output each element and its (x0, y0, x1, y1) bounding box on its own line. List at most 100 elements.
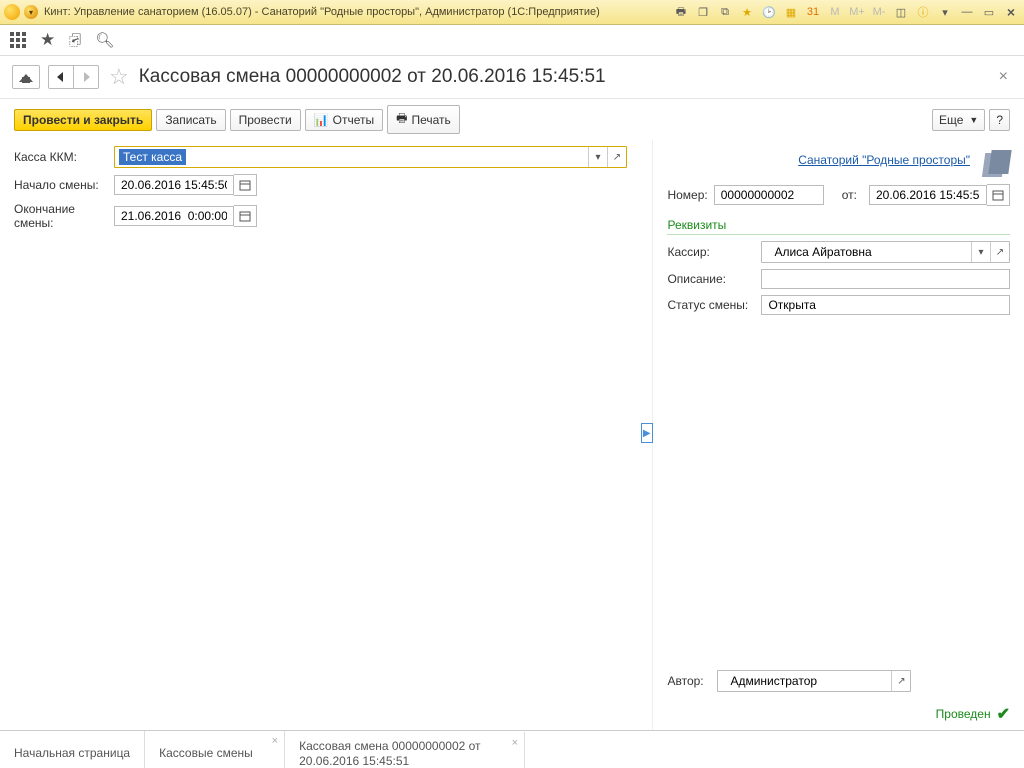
shift-start-input[interactable] (119, 177, 229, 193)
home-button[interactable] (12, 65, 40, 89)
organization-link[interactable]: Санаторий "Родные просторы" (798, 153, 970, 167)
splitter-handle[interactable]: ▶ (641, 423, 653, 443)
shift-end-label: Окончание смены: (14, 202, 114, 230)
shift-end-calendar-button[interactable] (234, 205, 257, 227)
description-input[interactable] (766, 271, 1005, 287)
clipboard-icon[interactable]: ⎘ (69, 32, 81, 49)
tab-list-label: Кассовые смены (159, 746, 253, 761)
command-bar: Провести и закрыть Записать Провести 📊 От… (0, 99, 1024, 140)
home-icon (19, 71, 33, 83)
app-icon (4, 4, 20, 20)
check-icon: ✔ (997, 704, 1010, 724)
kkm-field[interactable]: Тест касса ▾ ↗ (114, 146, 627, 168)
search-icon[interactable]: 🔍︎ (95, 31, 114, 49)
more-button[interactable]: Еще ▼ (932, 109, 985, 131)
bottom-tabs: Начальная страница Кассовые смены × Касс… (0, 730, 1024, 768)
chevron-down-icon: ▼ (969, 115, 978, 125)
apps-grid-icon[interactable] (10, 32, 26, 48)
shift-start-field[interactable] (114, 174, 257, 196)
page-header: ☆ Кассовая смена 00000000002 от 20.06.20… (0, 56, 1024, 99)
page-title: Кассовая смена 00000000002 от 20.06.2016… (139, 66, 606, 88)
kkm-value: Тест касса (119, 149, 186, 165)
author-label: Автор: (667, 674, 717, 688)
window-title: Кинт: Управление санаторием (16.05.07) -… (44, 6, 600, 18)
titlebar-calendar-icon[interactable]: 31 (804, 4, 822, 20)
cashier-open-button[interactable]: ↗ (990, 242, 1009, 262)
tab-current-label: Кассовая смена 00000000002 от 20.06.2016… (299, 739, 510, 768)
author-input[interactable] (728, 673, 887, 689)
form-right-panel: Санаторий "Родные просторы" Номер: от: Р… (652, 140, 1024, 730)
titlebar-doc-icon[interactable]: ❐ (694, 4, 712, 20)
form-body: Касса ККМ: Тест касса ▾ ↗ Начало смены: … (0, 140, 1024, 730)
shift-end-input[interactable] (119, 208, 229, 224)
date-field[interactable] (863, 184, 1010, 206)
titlebar-print-icon[interactable]: 🖶 (672, 4, 690, 20)
help-button[interactable]: ? (989, 109, 1010, 131)
building-icon (978, 146, 1010, 174)
main-toolbar: ★ ⎘ 🔍︎ (0, 25, 1024, 56)
cashier-dropdown-button[interactable]: ▾ (971, 242, 990, 262)
shift-start-calendar-button[interactable] (234, 174, 257, 196)
window-minimize-button[interactable]: — (958, 4, 976, 20)
shift-end-field[interactable] (114, 205, 257, 227)
titlebar-copy-icon[interactable]: ⧉ (716, 4, 734, 20)
author-field[interactable]: ↗ (717, 670, 911, 692)
cashier-label: Кассир: (667, 245, 755, 259)
shift-status-input[interactable] (766, 297, 1005, 313)
kkm-dropdown-button[interactable]: ▾ (588, 147, 607, 167)
section-requisites: Реквизиты (667, 218, 1010, 235)
number-field[interactable] (714, 185, 824, 205)
cashier-field[interactable]: ▾ ↗ (761, 241, 1010, 263)
cashier-input[interactable] (772, 244, 967, 260)
save-button[interactable]: Записать (156, 109, 225, 131)
nav-back-button[interactable] (48, 65, 74, 89)
panel-splitter[interactable]: ▶ (641, 140, 653, 730)
app-menu-button[interactable]: ▾ (24, 5, 38, 19)
kkm-open-button[interactable]: ↗ (607, 147, 626, 167)
tab-current-shift[interactable]: Кассовая смена 00000000002 от 20.06.2016… (285, 731, 525, 768)
titlebar-history-icon[interactable]: 🕑 (760, 4, 778, 20)
date-from-label: от: (842, 188, 857, 202)
titlebar-info-icon[interactable]: ⓘ (914, 4, 932, 20)
titlebar-favorite-icon[interactable]: ★ (738, 4, 756, 20)
post-button[interactable]: Провести (230, 109, 301, 131)
posted-label: Проведен (936, 707, 991, 721)
window-maximize-button[interactable]: ▭ (980, 4, 998, 20)
titlebar-m-minus-button[interactable]: M- (870, 4, 888, 20)
number-input[interactable] (719, 187, 819, 203)
titlebar-m-button[interactable]: M (826, 4, 844, 20)
reports-label: Отчеты (333, 113, 374, 127)
print-button[interactable]: 🖶Печать (387, 105, 460, 134)
shift-status-label: Статус смены: (667, 298, 755, 312)
number-label: Номер: (667, 188, 707, 202)
reports-button[interactable]: 📊 Отчеты (305, 109, 383, 131)
date-calendar-button[interactable] (987, 184, 1010, 206)
description-label: Описание: (667, 272, 755, 286)
favorites-icon[interactable]: ★ (40, 30, 55, 50)
tab-list-close[interactable]: × (272, 735, 278, 747)
posted-status: Проведен ✔ (667, 698, 1010, 724)
reports-icon: 📊 (314, 113, 329, 127)
shift-status-field[interactable] (761, 295, 1010, 315)
date-input[interactable] (874, 187, 982, 203)
titlebar-m-plus-button[interactable]: M+ (848, 4, 866, 20)
window-close-button[interactable]: × (1002, 4, 1020, 20)
tab-start-label: Начальная страница (14, 746, 130, 761)
form-left-panel: Касса ККМ: Тест касса ▾ ↗ Начало смены: … (0, 140, 641, 730)
print-icon: 🖶 (396, 109, 407, 130)
tab-start-page[interactable]: Начальная страница (0, 731, 145, 768)
post-and-close-button[interactable]: Провести и закрыть (14, 109, 152, 131)
shift-start-label: Начало смены: (14, 178, 114, 192)
titlebar-calc-icon[interactable]: ▦ (782, 4, 800, 20)
nav-forward-button[interactable] (74, 65, 99, 89)
titlebar-info-drop[interactable]: ▾ (936, 4, 954, 20)
author-open-button[interactable]: ↗ (891, 671, 910, 691)
description-field[interactable] (761, 269, 1010, 289)
page-favorite-icon[interactable]: ☆ (109, 64, 129, 90)
tab-shifts-list[interactable]: Кассовые смены × (145, 731, 285, 768)
window-titlebar: ▾ Кинт: Управление санаторием (16.05.07)… (0, 0, 1024, 25)
page-close-button[interactable]: × (995, 68, 1012, 86)
more-label: Еще (939, 113, 963, 127)
tab-current-close[interactable]: × (512, 737, 518, 749)
titlebar-panels-icon[interactable]: ◫ (892, 4, 910, 20)
